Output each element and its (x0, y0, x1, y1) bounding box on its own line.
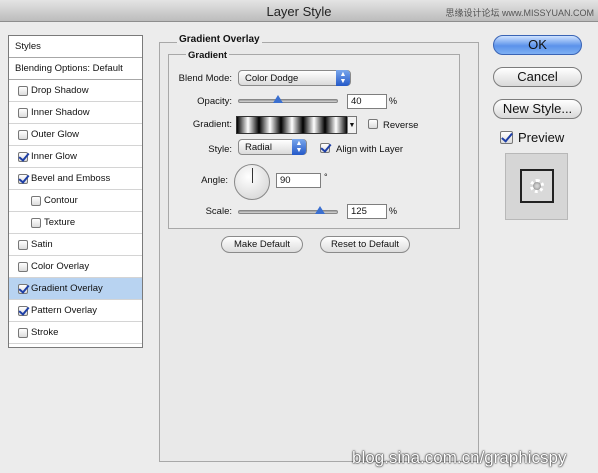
gradient-dropdown-icon[interactable]: ▼ (347, 116, 357, 134)
popup-arrow-icon: ▲ ▼ (292, 139, 306, 155)
angle-needle (252, 168, 253, 183)
align-with-layer-checkbox[interactable] (320, 143, 330, 153)
popup-arrow-icon: ▲ ▼ (336, 70, 350, 86)
style-item-label: Blending Options: Default (15, 63, 123, 74)
style-item-label: Bevel and Emboss (31, 173, 111, 184)
styles-list: Styles Blending Options: Default Drop Shad… (8, 35, 143, 348)
style-item-inner-shadow[interactable]: Inner Shadow (9, 102, 142, 124)
reset-to-default-button[interactable]: Reset to Default (320, 236, 410, 253)
style-item-label: Stroke (31, 327, 59, 338)
angle-unit: ° (324, 172, 328, 182)
style-item-gradient-overlay[interactable]: Gradient Overlay (9, 278, 142, 300)
new-style-button[interactable]: New Style... (493, 99, 582, 119)
gradient-label: Gradient: (192, 119, 232, 130)
style-item-label: Gradient Overlay (31, 283, 103, 294)
style-item-label: Styles (15, 41, 41, 52)
style-value: Radial (245, 142, 272, 153)
opacity-slider-thumb-icon[interactable] (273, 95, 283, 103)
style-item-checkbox[interactable] (31, 196, 41, 206)
style-item-checkbox[interactable] (18, 108, 28, 118)
style-select[interactable]: Radial ▲ ▼ (238, 139, 307, 155)
blend-mode-label: Blend Mode: (178, 73, 232, 84)
style-item-satin[interactable]: Satin (9, 234, 142, 256)
style-preview (505, 153, 568, 220)
style-item-label: Texture (44, 217, 76, 228)
scale-label: Scale: (205, 206, 232, 217)
scale-unit: % (389, 206, 398, 216)
reverse-label: Reverse (383, 120, 419, 131)
opacity-slider[interactable] (238, 99, 338, 103)
style-item-checkbox[interactable] (18, 262, 28, 272)
style-item-checkbox[interactable] (18, 86, 28, 96)
watermark-top: 思缘设计论坛 www.MISSYUAN.COM (445, 8, 594, 18)
blend-mode-select[interactable]: Color Dodge ▲ ▼ (238, 70, 351, 86)
style-label: Style: (208, 144, 232, 155)
title-bar: Layer Style 思缘设计论坛 www.MISSYUAN.COM (0, 0, 598, 22)
style-item-styles[interactable]: Styles (9, 36, 142, 58)
blend-mode-value: Color Dodge (245, 73, 299, 84)
style-item-inner-glow[interactable]: Inner Glow (9, 146, 142, 168)
style-item-checkbox[interactable] (18, 174, 28, 184)
style-item-checkbox[interactable] (18, 130, 28, 140)
opacity-label: Opacity: (197, 96, 232, 107)
style-item-blending-options-default[interactable]: Blending Options: Default (9, 58, 142, 80)
opacity-unit: % (389, 96, 398, 106)
style-item-checkbox[interactable] (18, 152, 28, 162)
scale-input[interactable]: 125 (347, 204, 387, 219)
style-item-label: Outer Glow (31, 129, 80, 140)
scale-slider-thumb-icon[interactable] (315, 206, 325, 214)
layer-style-dialog: Layer Style 思缘设计论坛 www.MISSYUAN.COM Styl… (0, 0, 598, 473)
angle-label: Angle: (201, 175, 228, 186)
style-item-label: Contour (44, 195, 78, 206)
style-item-outer-glow[interactable]: Outer Glow (9, 124, 142, 146)
make-default-button[interactable]: Make Default (221, 236, 303, 253)
cancel-button[interactable]: Cancel (493, 67, 582, 87)
angle-dial-icon[interactable] (234, 164, 270, 200)
style-item-bevel-and-emboss[interactable]: Bevel and Emboss (9, 168, 142, 190)
gradient-picker[interactable] (236, 116, 348, 134)
preview-ring-icon (530, 179, 544, 193)
preview-thumbnail (520, 169, 554, 203)
style-item-stroke[interactable]: Stroke (9, 322, 142, 344)
style-item-checkbox[interactable] (18, 306, 28, 316)
style-item-checkbox[interactable] (18, 284, 28, 294)
style-item-label: Inner Glow (31, 151, 77, 162)
style-item-checkbox[interactable] (18, 240, 28, 250)
opacity-input[interactable]: 40 (347, 94, 387, 109)
style-item-checkbox[interactable] (18, 328, 28, 338)
style-item-pattern-overlay[interactable]: Pattern Overlay (9, 300, 142, 322)
style-item-checkbox[interactable] (31, 218, 41, 228)
preview-checkbox[interactable] (500, 131, 513, 144)
angle-input[interactable]: 90 (276, 173, 321, 188)
ok-button[interactable]: OK (493, 35, 582, 55)
style-item-label: Color Overlay (31, 261, 90, 272)
style-item-drop-shadow[interactable]: Drop Shadow (9, 80, 142, 102)
group-title: Gradient (186, 50, 230, 61)
style-item-label: Satin (31, 239, 53, 250)
style-item-label: Pattern Overlay (31, 305, 97, 316)
align-with-layer-label: Align with Layer (336, 144, 404, 155)
style-item-label: Drop Shadow (31, 85, 89, 96)
style-item-contour[interactable]: Contour (9, 190, 142, 212)
style-item-texture[interactable]: Texture (9, 212, 142, 234)
style-item-color-overlay[interactable]: Color Overlay (9, 256, 142, 278)
section-title: Gradient Overlay (177, 34, 262, 45)
reverse-checkbox[interactable] (368, 119, 378, 129)
style-item-label: Inner Shadow (31, 107, 90, 118)
preview-label: Preview (518, 130, 565, 145)
watermark-bottom: blog.sina.com.cn/graphicspy (352, 448, 567, 467)
